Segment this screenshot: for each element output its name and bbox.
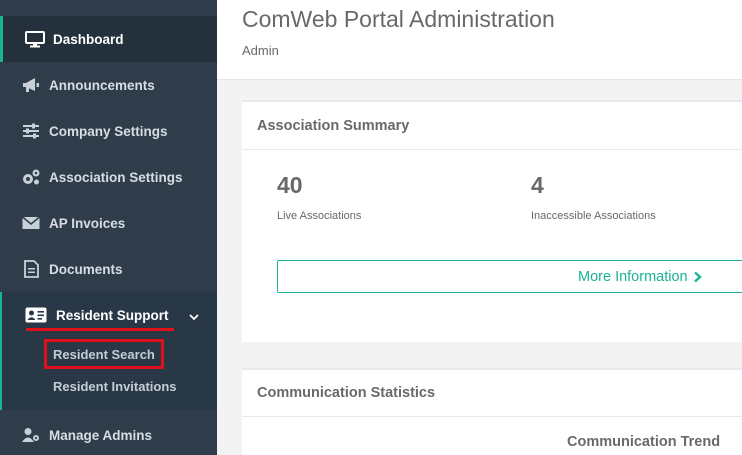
sidebar-subitem-resident-invitations[interactable]: Resident Invitations xyxy=(2,371,217,401)
sidebar-item-company-settings[interactable]: Company Settings xyxy=(0,108,217,154)
panel-divider xyxy=(242,149,742,150)
highlight-box xyxy=(44,339,164,369)
live-associations-label: Live Associations xyxy=(277,210,362,222)
sidebar-item-label: Manage Admins xyxy=(49,427,153,443)
sidebar-item-documents[interactable]: Documents xyxy=(0,246,217,292)
breadcrumb[interactable]: Admin xyxy=(242,43,279,58)
highlight-underline xyxy=(26,328,174,331)
sidebar-item-label: Association Settings xyxy=(49,169,183,185)
document-icon xyxy=(21,260,41,278)
live-associations-value: 40 xyxy=(277,172,303,198)
sliders-icon xyxy=(21,122,41,140)
id-card-icon xyxy=(25,306,47,324)
monitor-icon xyxy=(25,30,45,48)
sidebar-item-label: Dashboard xyxy=(53,31,124,47)
sidebar-item-dashboard[interactable]: Dashboard xyxy=(0,16,217,62)
sidebar-item-resident-support[interactable]: Resident Support xyxy=(2,292,217,338)
chevron-right-icon xyxy=(693,271,702,283)
sidebar-item-ap-invoices[interactable]: AP Invoices xyxy=(0,200,217,246)
megaphone-icon xyxy=(21,76,41,94)
chevron-down-icon[interactable] xyxy=(189,309,199,324)
more-information-button[interactable]: More Information xyxy=(277,260,742,293)
user-cog-icon xyxy=(21,426,41,444)
association-summary-panel: Association Summary 40 Live Associations… xyxy=(242,100,742,342)
more-information-label: More Information xyxy=(578,268,688,285)
communication-statistics-panel: Communication Statistics Communication T… xyxy=(242,368,742,455)
inaccessible-associations-value: 4 xyxy=(531,172,544,198)
inaccessible-associations-label: Inaccessible Associations xyxy=(531,210,656,222)
panel-title: Association Summary xyxy=(257,118,410,134)
sidebar-item-announcements[interactable]: Announcements xyxy=(0,62,217,108)
sidebar-item-label: Company Settings xyxy=(49,123,168,139)
sidebar-subitem-label: Resident Invitations xyxy=(53,378,177,394)
panel-divider xyxy=(242,416,742,417)
cogs-icon xyxy=(21,168,41,186)
page-title: ComWeb Portal Administration xyxy=(242,6,555,32)
communication-trend-title: Communication Trend xyxy=(567,434,721,450)
envelope-icon xyxy=(21,214,41,232)
sidebar-item-label: Resident Support xyxy=(56,307,169,323)
sidebar: Dashboard Announcements Company Settings… xyxy=(0,0,217,455)
sidebar-item-manage-admins[interactable]: Manage Admins xyxy=(0,412,217,455)
sidebar-item-label: Announcements xyxy=(49,77,155,93)
page-header: ComWeb Portal Administration Admin xyxy=(217,0,742,80)
sidebar-item-association-settings[interactable]: Association Settings xyxy=(0,154,217,200)
sidebar-item-label: AP Invoices xyxy=(49,215,126,231)
panel-title: Communication Statistics xyxy=(257,385,436,401)
sidebar-item-label: Documents xyxy=(49,261,123,277)
